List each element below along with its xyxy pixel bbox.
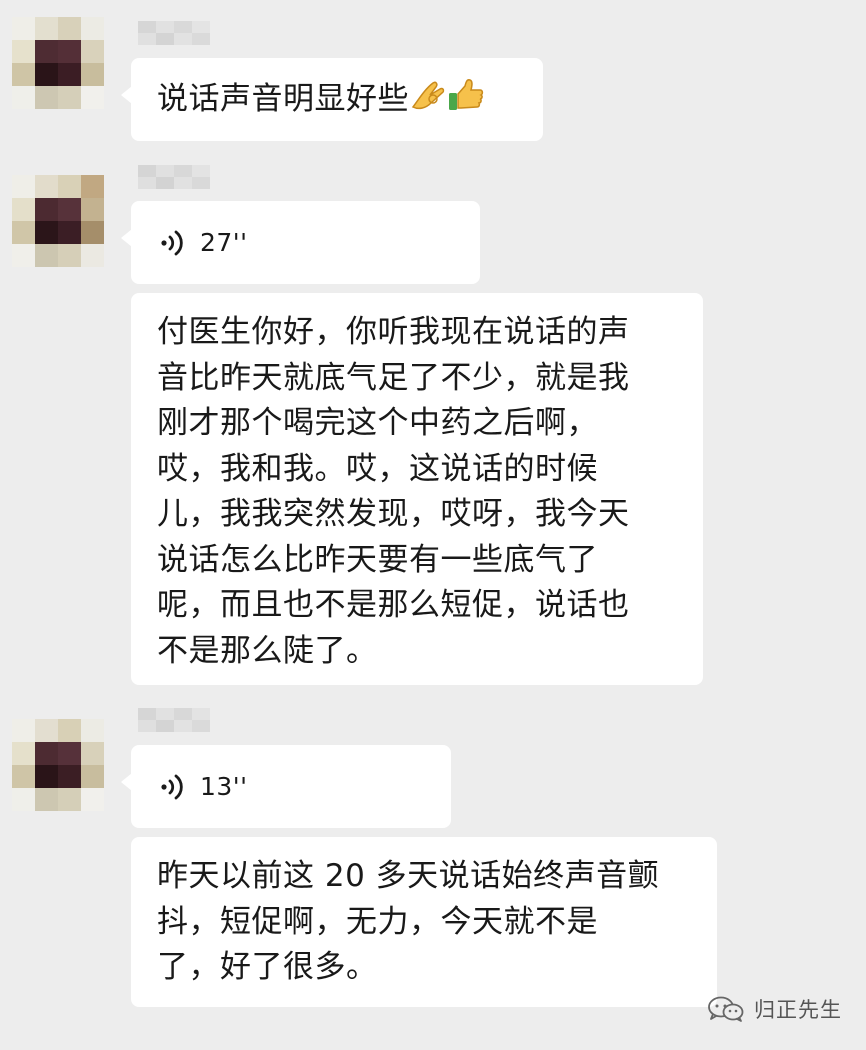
- avatar[interactable]: [12, 719, 104, 811]
- message-bubble-3[interactable]: 昨天以前这 20 多天说话始终声音颤 抖，短促啊，无力，今天就不是 了，好了很多…: [131, 837, 717, 1007]
- wechat-icon: [708, 996, 744, 1022]
- message-bubble-2[interactable]: 付医生你好，你听我现在说话的声 音比昨天就底气足了不少，就是我 刚才那个喝完这个…: [131, 293, 703, 685]
- thumbs-up-emoji-icon: [447, 77, 485, 113]
- message-bubble-1[interactable]: 说话声音明显好些: [121, 58, 543, 141]
- message-line: 呢，而且也不是那么短促，说话也: [157, 587, 630, 623]
- voice-wave-icon: [161, 774, 183, 799]
- avatar[interactable]: [12, 175, 104, 267]
- message-line: 音比昨天就底气足了不少，就是我: [157, 359, 630, 396]
- avatar[interactable]: [12, 17, 104, 109]
- message-line: 了，好了很多。: [157, 949, 378, 985]
- chat-screen: 说话声音明显好些 27'' 付医生你好，你听我现在说话的声 音比昨天就底气足了不…: [0, 0, 866, 1050]
- message-line: 抖，短促啊，无力，今天就不是: [157, 903, 598, 940]
- voice-duration: 13'': [200, 772, 248, 801]
- voice-message-2[interactable]: 13'': [121, 745, 451, 828]
- message-line: 昨天以前这 20 多天说话始终声音颤: [157, 858, 660, 894]
- message-line: 儿，我我突然发现，哎呀，我今天: [157, 496, 630, 532]
- voice-wave-icon: [161, 230, 183, 255]
- sender-nickname: [138, 165, 210, 189]
- message-line: 刚才那个喝完这个中药之后啊，: [157, 405, 598, 441]
- watermark-text: 归正先生: [754, 998, 842, 1022]
- voice-duration: 27'': [200, 228, 248, 257]
- ok-hand-emoji-icon: [409, 77, 447, 113]
- sender-nickname: [138, 21, 210, 45]
- message-line: 不是那么陡了。: [157, 632, 378, 669]
- message-line: 哎，我和我。哎，这说话的时候: [157, 450, 598, 487]
- message-line: 付医生你好，你听我现在说话的声: [157, 314, 630, 350]
- watermark: 归正先生: [706, 994, 842, 1024]
- message-line: 说话怎么比昨天要有一些底气了: [157, 541, 598, 578]
- sender-nickname: [138, 708, 210, 732]
- voice-message-1[interactable]: 27'': [121, 201, 480, 284]
- message-text: 说话声音明显好些: [157, 81, 409, 117]
